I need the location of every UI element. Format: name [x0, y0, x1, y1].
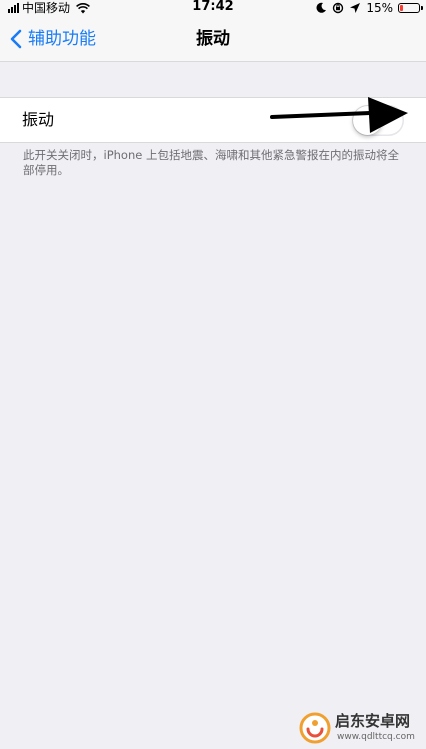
battery-level [400, 5, 403, 11]
battery-percent: 15% [366, 1, 393, 15]
watermark-title: 启东安卓网 [335, 712, 411, 730]
page-title: 振动 [196, 29, 230, 49]
status-right: 15% [315, 0, 423, 16]
vibration-footer-note: 此开关关闭时，iPhone 上包括地震、海啸和其他紧急警报在内的振动将全部停用。 [23, 148, 399, 177]
annotation-arrow-icon [270, 97, 408, 133]
navigation-bar: 辅助功能 振动 [0, 16, 426, 62]
location-icon [350, 3, 361, 13]
watermark-url: www.qdlttcq.com [337, 732, 415, 742]
moon-icon [316, 2, 327, 13]
battery-icon [398, 3, 423, 13]
vibration-label: 振动 [22, 110, 55, 129]
lock-rotation-icon [333, 2, 344, 14]
watermark: 启东安卓网 www.qdlttcq.com [297, 709, 426, 749]
watermark-logo-icon [299, 712, 331, 744]
status-bar: 中国移动 17:42 15% [0, 0, 426, 16]
